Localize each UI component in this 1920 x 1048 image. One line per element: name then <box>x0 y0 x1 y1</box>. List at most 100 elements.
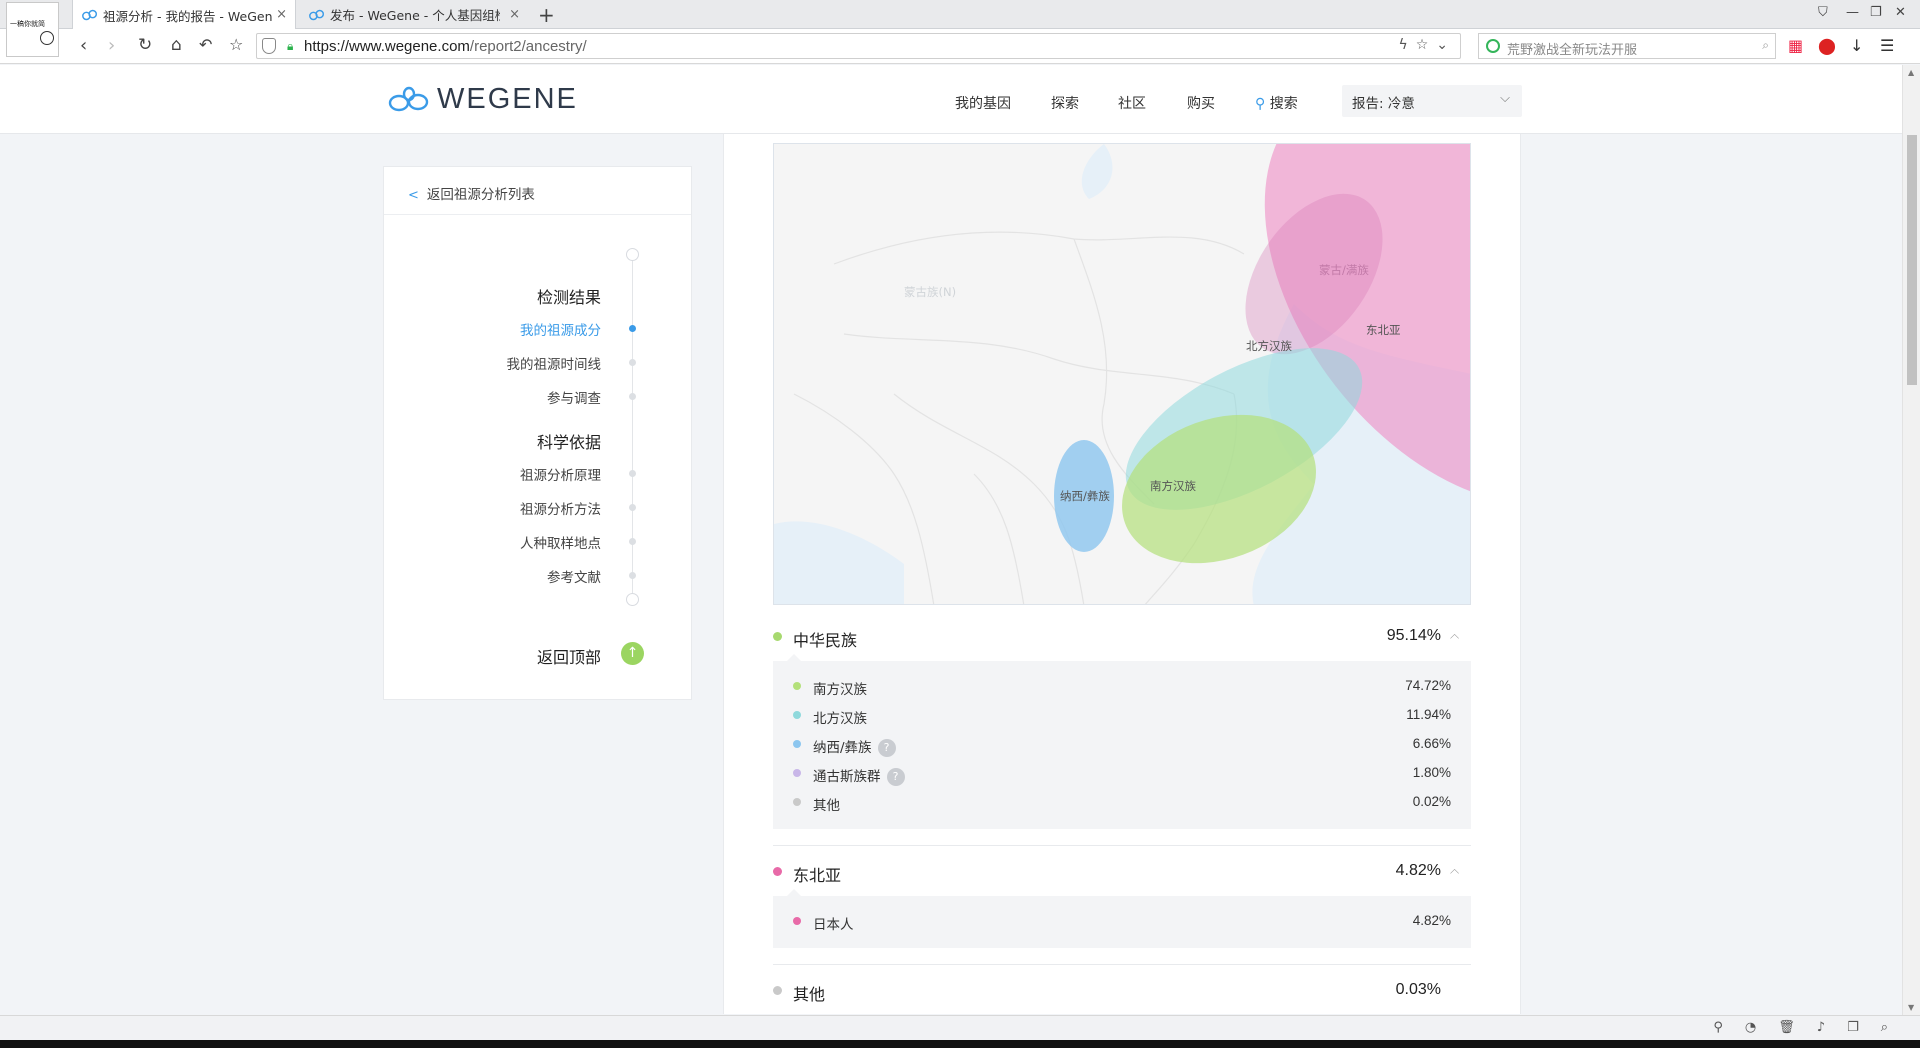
collapse-chevron-icon[interactable]: ⌵ <box>1450 630 1459 645</box>
bookmark-star-icon[interactable]: ☆ <box>229 35 243 54</box>
ancestry-group-row[interactable]: 中华民族 95.14% ⌵ <box>773 618 1471 658</box>
forward-icon[interactable]: › <box>108 35 115 56</box>
toc-survey[interactable]: 参与调查 <box>547 387 601 407</box>
chevron-down-icon: ⌵ <box>1500 91 1510 106</box>
browser-search-bar[interactable]: 荒野激战全新玩法开服 ⌕ <box>1478 33 1776 59</box>
dropdown-chevron-icon: ⌄ <box>1436 37 1456 53</box>
browser-status-bar: ⚲◔🗑︎♪❐⌕ <box>0 1015 1920 1040</box>
tab-label: 发布 - WeGene - 个人基因组检 <box>330 8 500 23</box>
nav-search[interactable]: ⚲ 搜索 <box>1255 93 1298 113</box>
volume-icon: ♪ <box>1816 1020 1848 1035</box>
toc-start-cap <box>626 248 639 261</box>
toc-section-science[interactable]: 科学依据 <box>537 429 601 453</box>
new-tab-button[interactable]: + <box>538 3 555 27</box>
close-window-icon[interactable]: ✕ <box>1895 5 1906 20</box>
group-color-dot <box>773 867 782 876</box>
wegene-logo-icon <box>388 86 429 111</box>
tab-ancestry-report[interactable]: 祖源分析 - 我的报告 - WeGene × <box>72 0 296 30</box>
minimize-icon[interactable]: — <box>1846 5 1859 20</box>
home-icon[interactable]: ⌂ <box>171 35 182 55</box>
subgroup-name: 北方汉族 <box>813 711 867 727</box>
url-actions[interactable]: ϟ☆⌄ <box>1398 37 1456 53</box>
subgroup-name: 南方汉族 <box>813 682 867 698</box>
ancestry-map[interactable]: 蒙古族(N) 蒙古/满族 南方汉族 北方汉族 纳西/彝族 东北亚 <box>773 143 1471 605</box>
search-engine-icon <box>1486 39 1500 53</box>
subgroup-name: 通古斯族群? <box>813 765 905 786</box>
nav-my-genes[interactable]: 我的基因 <box>955 93 1011 113</box>
subgroup-name: 其他 <box>813 798 840 814</box>
search-icon: ⚲ <box>1255 96 1266 112</box>
section-divider <box>773 845 1471 846</box>
favorite-star-icon: ☆ <box>1415 37 1437 53</box>
toc-sampling[interactable]: 人种取样地点 <box>520 532 601 552</box>
apps-grid-icon[interactable]: ▦ <box>1788 36 1803 55</box>
url-text[interactable]: https://www.wegene.com/report2/ancestry/ <box>304 38 587 55</box>
subgroup-row[interactable]: 南方汉族 74.72% <box>773 673 1471 702</box>
nav-community[interactable]: 社区 <box>1118 93 1146 113</box>
user-avatar[interactable]: 一稿你就简 <box>6 2 59 57</box>
wegene-logo[interactable]: WEGENE <box>387 83 578 116</box>
shield-icon <box>262 38 276 54</box>
subgroup-row[interactable]: 北方汉族 11.94% <box>773 702 1471 731</box>
search-icon[interactable]: ⌕ <box>1762 38 1769 53</box>
help-icon[interactable]: ? <box>886 768 905 786</box>
subgroup-row[interactable]: 其他 0.02% <box>773 789 1471 818</box>
group-name: 其他 <box>793 985 826 1004</box>
page-scrollbar[interactable]: ▲ ▼ <box>1902 65 1920 1015</box>
help-icon[interactable]: ? <box>877 739 896 757</box>
back-to-top-label[interactable]: 返回顶部 <box>537 644 601 668</box>
toc-section-results[interactable]: 检测结果 <box>537 284 601 308</box>
back-icon[interactable]: ‹ <box>80 35 87 56</box>
subgroup-percent: 4.82% <box>1412 913 1451 928</box>
restore-icon[interactable]: ❐ <box>1870 5 1882 20</box>
toc-timeline-line <box>632 255 633 597</box>
nav-explore[interactable]: 探索 <box>1051 93 1079 113</box>
zoom-icon: ⌕ <box>1880 1020 1910 1035</box>
toc-dot <box>629 470 636 477</box>
tab-label: 祖源分析 - 我的报告 - WeGene <box>103 8 273 24</box>
menu-icon[interactable]: ☰ <box>1880 36 1894 55</box>
box-notch <box>787 654 801 661</box>
tab-publish[interactable]: 发布 - WeGene - 个人基因组检 × <box>300 0 528 29</box>
toc-dot <box>629 504 636 511</box>
ancestry-group-row[interactable]: 东北亚 4.82% ⌵ <box>773 853 1471 893</box>
report-selector[interactable]: 报告: 冷意 ⌵ <box>1342 85 1522 117</box>
ancestry-group-row[interactable]: 其他 0.03% <box>773 972 1471 1008</box>
lightning-icon: ϟ <box>1398 37 1416 53</box>
close-tab-icon[interactable]: × <box>276 7 287 22</box>
map-label-faint: 蒙古/满族 <box>1319 263 1369 277</box>
arrow-up-icon[interactable]: ↑ <box>621 642 644 665</box>
speed-icon: ◔ <box>1744 1020 1779 1035</box>
back-to-list-link[interactable]: < 返回祖源分析列表 <box>384 167 691 215</box>
scroll-up-icon[interactable]: ▲ <box>1908 68 1914 77</box>
subgroup-row[interactable]: 通古斯族群? 1.80% <box>773 760 1471 789</box>
toc-references[interactable]: 参考文献 <box>547 566 601 586</box>
group-percent: 4.82% <box>1395 862 1441 879</box>
toc-method[interactable]: 祖源分析方法 <box>520 498 601 518</box>
avatar-caption: 一稿你就简 <box>10 20 45 28</box>
status-icons[interactable]: ⚲◔🗑︎♪❐⌕ <box>1713 1020 1910 1035</box>
toc-dot <box>629 393 636 400</box>
wegene-favicon-icon <box>82 9 98 21</box>
url-bar[interactable]: 🔒︎ https://www.wegene.com/report2/ancest… <box>256 33 1461 59</box>
scrollbar-thumb[interactable] <box>1907 135 1917 385</box>
map-label-south-han: 南方汉族 <box>1150 479 1196 493</box>
toc-my-ancestry[interactable]: 我的祖源成分 <box>520 319 601 339</box>
scroll-down-icon[interactable]: ▼ <box>1908 1003 1914 1012</box>
reload-icon[interactable]: ↻ <box>138 35 152 55</box>
map-label-north-han: 北方汉族 <box>1246 339 1292 353</box>
undo-close-icon[interactable]: ↶ <box>199 35 212 54</box>
subgroup-row[interactable]: 纳西/彝族? 6.66% <box>773 731 1471 760</box>
opera-icon[interactable]: ⬤ <box>1818 36 1836 55</box>
close-tab-icon[interactable]: × <box>509 7 520 22</box>
group-color-dot <box>773 986 782 995</box>
toc-principle[interactable]: 祖源分析原理 <box>520 464 601 484</box>
toc-my-timeline[interactable]: 我的祖源时间线 <box>507 353 602 373</box>
nav-buy[interactable]: 购买 <box>1187 93 1215 113</box>
collapse-chevron-icon[interactable]: ⌵ <box>1450 865 1459 880</box>
subgroup-row[interactable]: 日本人 4.82% <box>773 908 1471 937</box>
skin-icon[interactable]: ⛉ <box>1818 5 1828 20</box>
subgroup-color-dot <box>793 798 801 806</box>
site-header: WEGENE 我的基因 探索 社区 购买 ⚲ 搜索 报告: 冷意 ⌵ <box>0 65 1902 134</box>
download-icon[interactable]: ↓ <box>1850 36 1863 55</box>
